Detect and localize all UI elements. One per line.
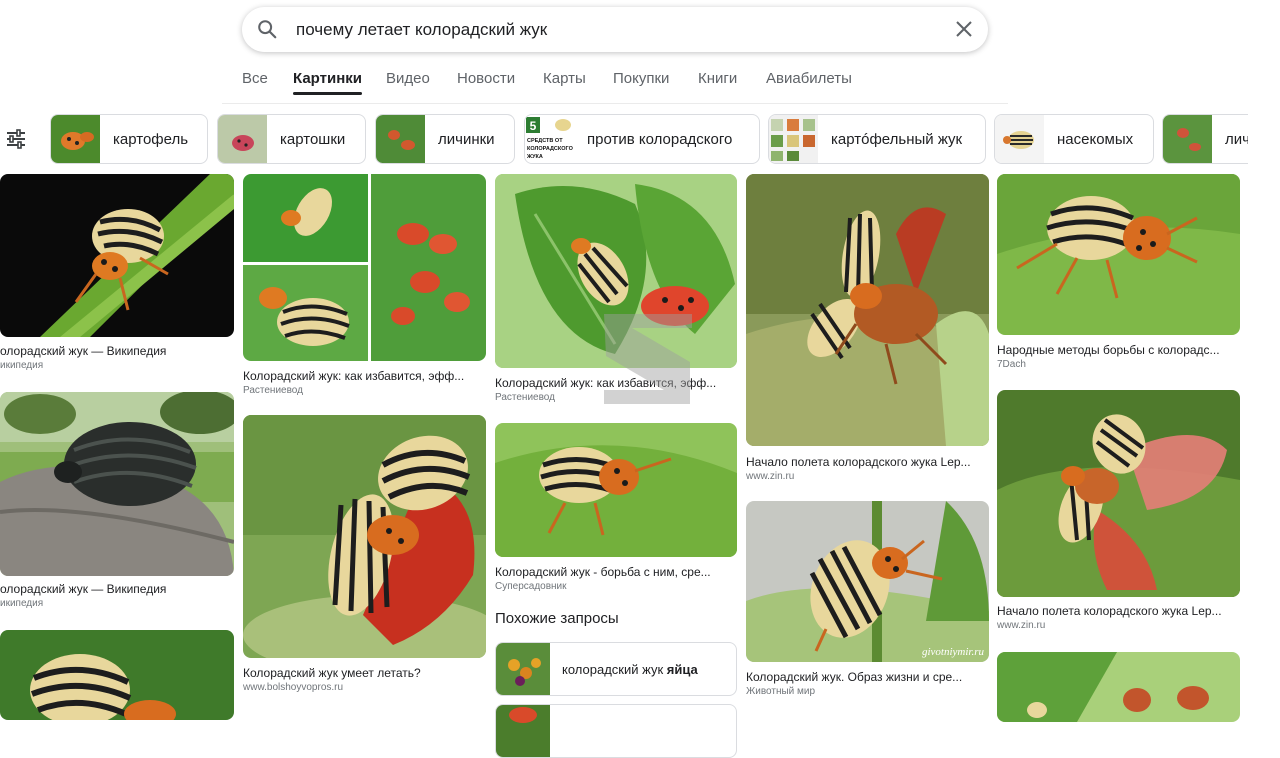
related-searches-header: Похожие запросы [495, 610, 619, 627]
chip-thumbnail [1163, 115, 1212, 163]
result-image[interactable] [0, 392, 234, 576]
related-search-label: колорадский жук яйца [562, 662, 698, 677]
result-title[interactable]: Колорадский жук - борьба с ним, сре... [495, 565, 737, 579]
result-image[interactable] [243, 174, 486, 361]
svg-text:ЖУКА: ЖУКА [526, 154, 543, 160]
result-image[interactable] [746, 174, 989, 446]
result-source: www.zin.ru [997, 620, 1046, 631]
image-result[interactable]: олорадский жук — Википедия икипедия [0, 174, 234, 374]
result-title[interactable]: Начало полета колорадского жука Lep... [997, 604, 1240, 618]
result-image[interactable] [997, 390, 1240, 597]
image-result[interactable]: Начало полета колорадского жука Lep... w… [997, 390, 1240, 640]
watermark-text: givotniymir.ru [922, 646, 985, 658]
chip-label: против колорадского [587, 131, 733, 148]
chip-kartoshki[interactable]: картошки [217, 114, 366, 164]
chip-label: насекомых [1057, 131, 1134, 148]
result-image[interactable] [0, 630, 234, 720]
image-result[interactable]: Народные методы борьбы с колорадс... 7Da… [997, 174, 1240, 374]
result-image[interactable] [997, 174, 1240, 335]
result-title[interactable]: Колорадский жук умеет летать? [243, 666, 486, 680]
related-thumbnail [496, 643, 550, 695]
result-image[interactable] [997, 652, 1240, 722]
result-image[interactable] [0, 174, 234, 337]
result-source: Растениевод [243, 385, 303, 396]
related-thumbnail [496, 705, 550, 757]
result-image[interactable] [243, 415, 486, 658]
chip-thumbnail [218, 115, 267, 163]
related-search-item[interactable] [495, 704, 737, 758]
result-image[interactable]: givotniymir.ru [746, 501, 989, 662]
chip-thumbnail [51, 115, 100, 163]
image-result[interactable] [997, 652, 1240, 722]
image-result[interactable] [0, 630, 234, 720]
image-result[interactable]: Колорадский жук: как избавится, эфф... Р… [243, 174, 486, 399]
result-title[interactable]: олорадский жук — Википедия [0, 344, 234, 358]
chip-thumbnail [376, 115, 425, 163]
image-result[interactable]: Начало полета колорадского жука Lep... w… [746, 174, 989, 484]
search-input[interactable]: почему летает колорадский жук [296, 20, 547, 40]
tab-flights[interactable]: Авиабилеты [766, 70, 852, 87]
chip-kartofel[interactable]: картофель [50, 114, 208, 164]
right-edge [1248, 0, 1280, 714]
chip-nasekomyh[interactable]: насекомых [994, 114, 1154, 164]
tab-images[interactable]: Картинки [293, 70, 363, 95]
chip-label: картóфельный жук [831, 131, 963, 148]
result-source: 7Dach [997, 359, 1026, 370]
svg-text:КОЛОРАДСКОГО: КОЛОРАДСКОГО [527, 146, 574, 152]
tab-all[interactable]: Все [242, 70, 268, 87]
tab-maps[interactable]: Карты [543, 70, 586, 87]
tab-books[interactable]: Книги [698, 70, 737, 87]
result-source: икипедия [0, 360, 44, 371]
tabs-divider [222, 103, 1008, 104]
close-icon[interactable] [954, 19, 974, 39]
chip-protiv-koloradskogo[interactable]: 5 СРЕДСТВ ОТ КОЛОРАДСКОГО ЖУКА против ко… [524, 114, 760, 164]
related-search-item[interactable]: колорадский жук яйца [495, 642, 737, 696]
result-title[interactable]: олорадский жук — Википедия [0, 582, 234, 596]
image-result[interactable]: Колорадский жук умеет летать? www.bolsho… [243, 415, 486, 705]
result-title[interactable]: Колорадский жук: как избавится, эфф... [243, 369, 486, 383]
result-title[interactable]: Колорадский жук. Образ жизни и сре... [746, 670, 989, 684]
chip-lichinki[interactable]: личинки [375, 114, 515, 164]
tab-news[interactable]: Новости [457, 70, 515, 87]
search-bar[interactable]: почему летает колорадский жук [242, 7, 988, 52]
image-result[interactable]: олорадский жук — Википедия икипедия [0, 392, 234, 612]
tab-video[interactable]: Видео [386, 70, 430, 87]
result-source: икипедия [0, 598, 44, 609]
loading-indicator-icon [604, 314, 692, 404]
search-icon[interactable] [256, 18, 278, 40]
result-source: www.bolshoyvopros.ru [243, 682, 344, 693]
chip-kartofelny-zhuk[interactable]: картóфельный жук [768, 114, 986, 164]
result-title[interactable]: Начало полета колорадского жука Lep... [746, 455, 989, 469]
svg-text:СРЕДСТВ ОТ: СРЕДСТВ ОТ [527, 138, 563, 144]
svg-text:5: 5 [530, 119, 537, 133]
image-result[interactable]: Колорадский жук - борьба с ним, сре... С… [495, 423, 737, 593]
chip-label: личинки [438, 131, 495, 148]
filter-icon[interactable] [5, 128, 27, 150]
chip-thumbnail: 5 СРЕДСТВ ОТ КОЛОРАДСКОГО ЖУКА [525, 115, 574, 163]
result-source: www.zin.ru [746, 471, 795, 482]
result-source: Растениевод [495, 392, 555, 403]
chip-thumbnail [995, 115, 1044, 163]
result-image[interactable] [495, 423, 737, 557]
result-source: Суперсадовник [495, 581, 567, 592]
image-result[interactable]: givotniymir.ru Колорадский жук. Образ жи… [746, 501, 989, 711]
chip-label: картошки [280, 131, 346, 148]
tab-shopping[interactable]: Покупки [613, 70, 669, 87]
chip-label: картофель [113, 131, 189, 148]
result-source: Животный мир [746, 686, 816, 697]
result-title[interactable]: Народные методы борьбы с колорадс... [997, 343, 1240, 357]
chip-thumbnail [769, 115, 818, 163]
